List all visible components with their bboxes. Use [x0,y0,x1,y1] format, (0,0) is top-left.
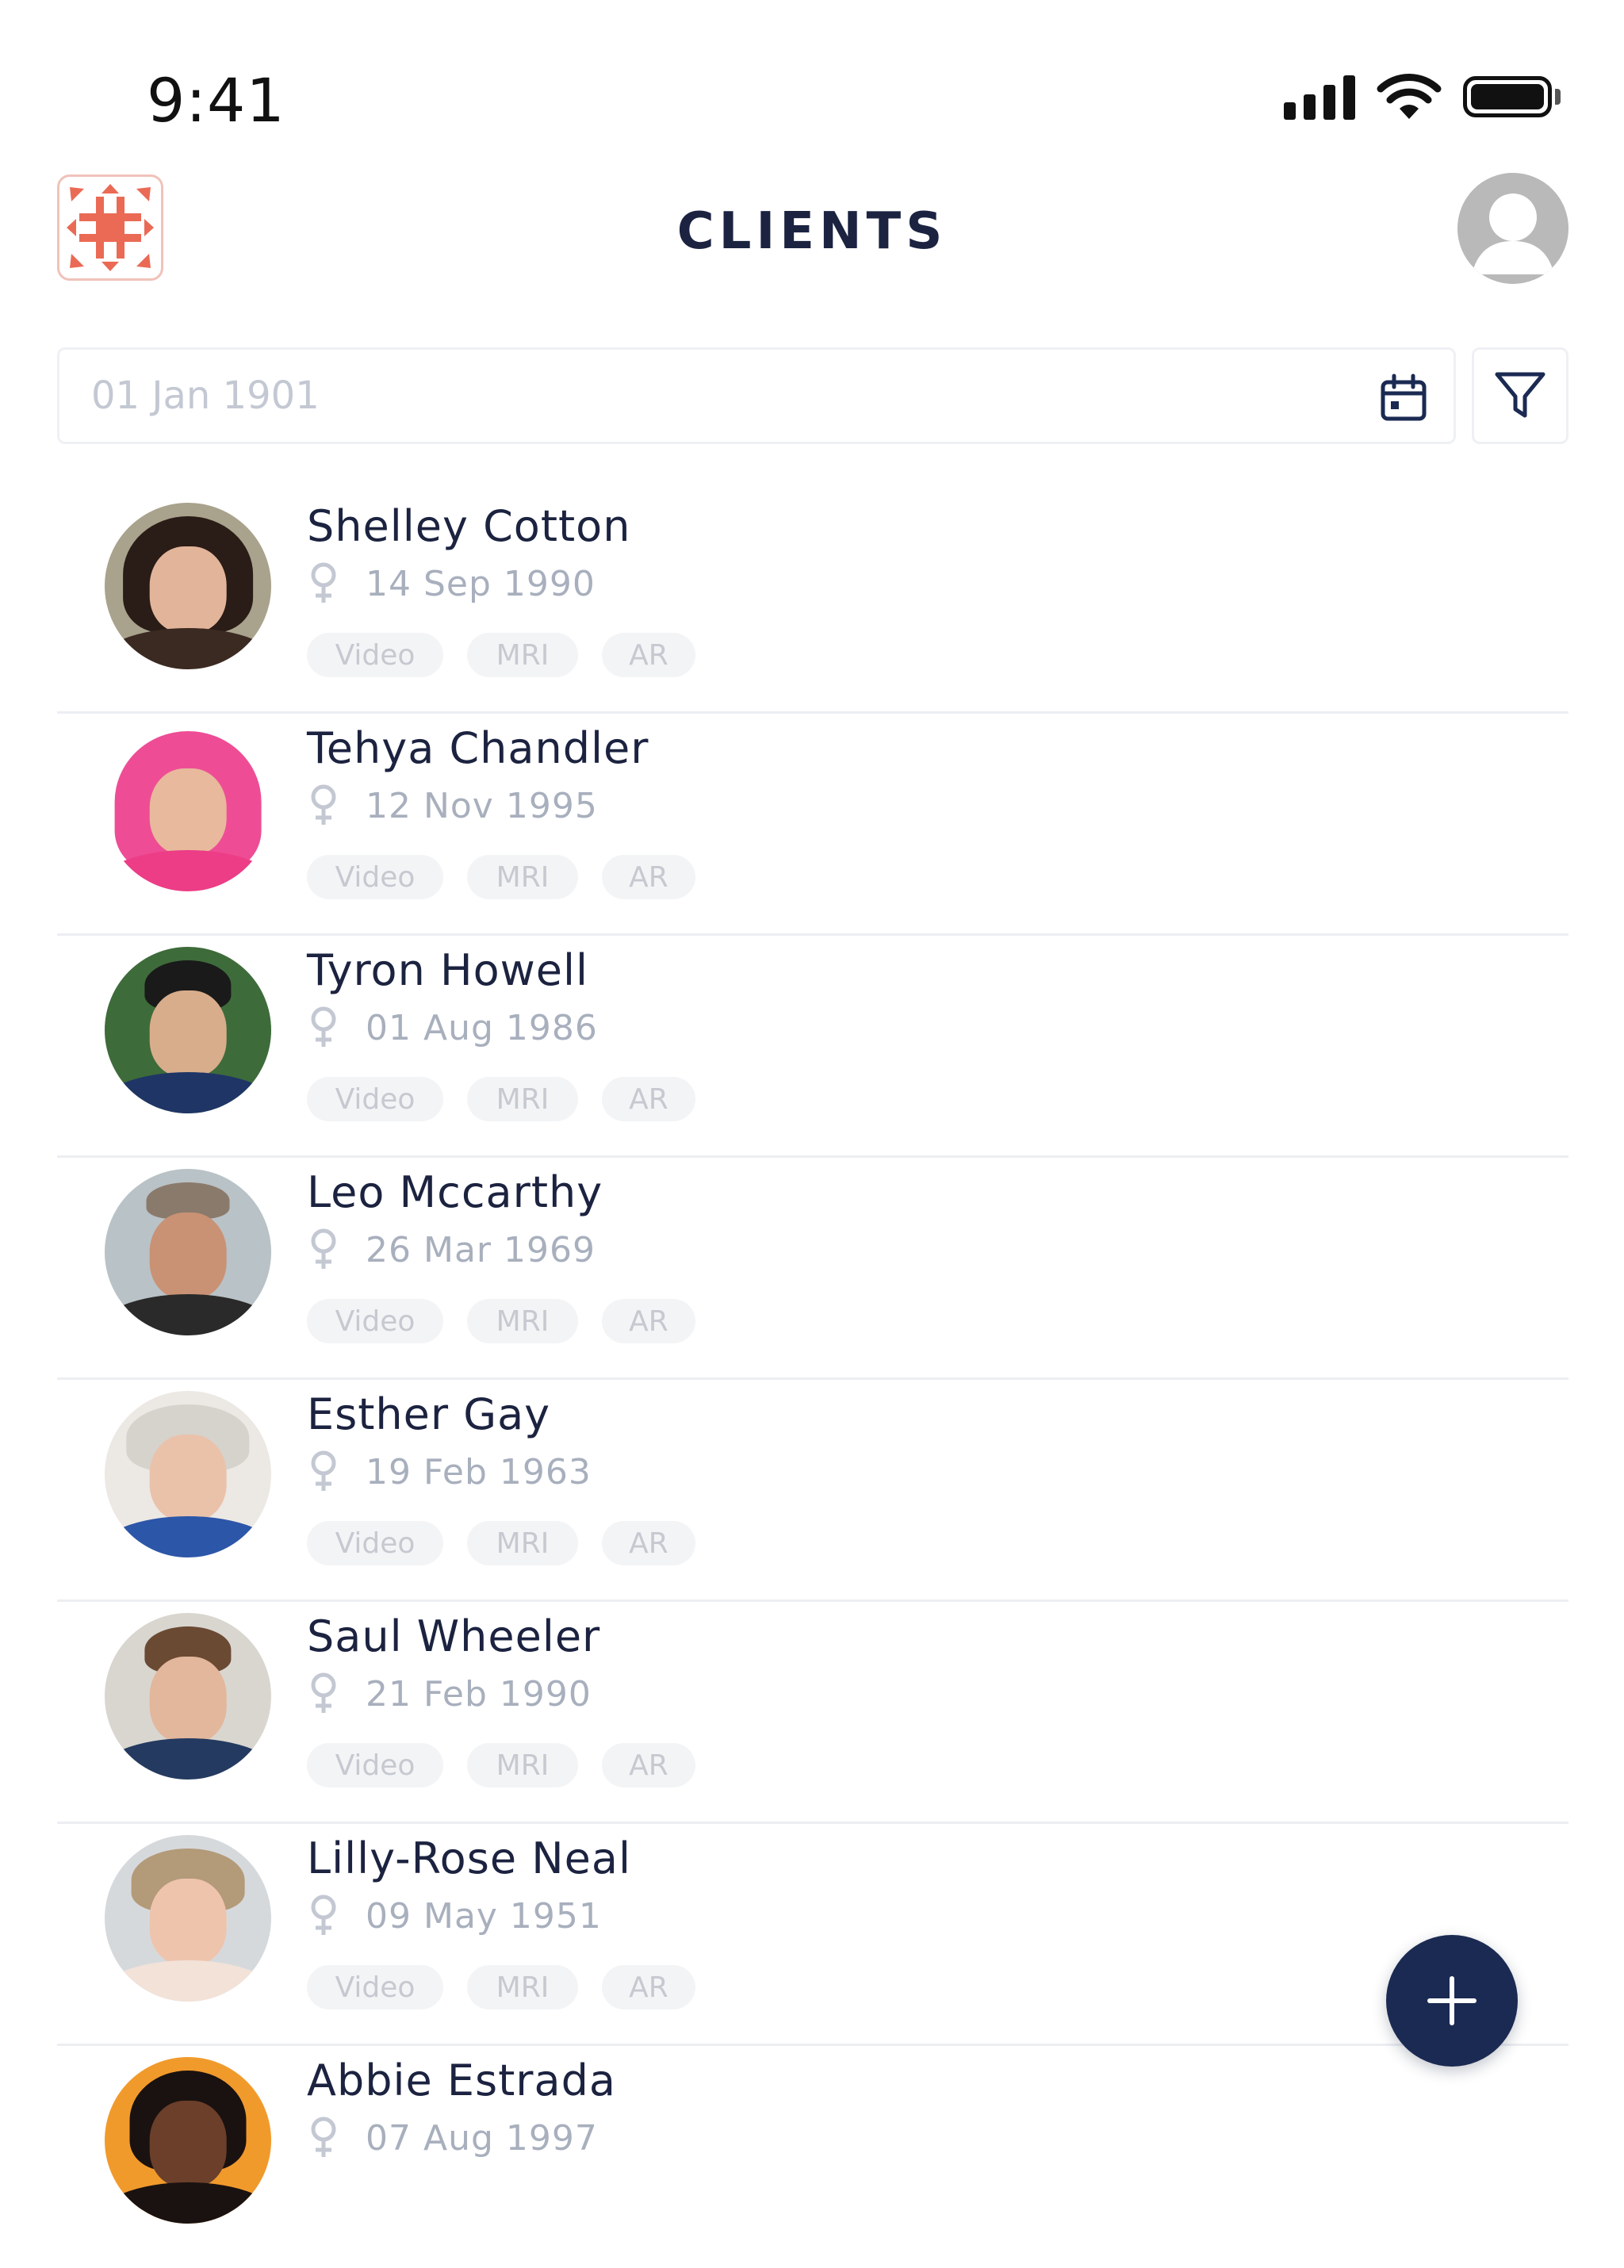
calendar-button[interactable] [1376,370,1431,426]
client-name: Tehya Chandler [307,723,649,773]
female-icon [311,1006,336,1047]
client-name: Shelley Cotton [307,501,631,551]
client-dob: 14 Sep 1990 [366,563,596,604]
female-icon [311,2117,336,2157]
client-avatar [105,1613,271,1780]
page-title: CLIENTS [676,202,948,261]
client-tags: Video MRI AR [307,1299,695,1343]
client-dob: 12 Nov 1995 [366,785,598,826]
female-icon [311,562,336,603]
client-tags: Video MRI AR [307,1743,695,1787]
plus-icon [1427,1976,1477,2025]
tag-mri[interactable]: MRI [467,1299,578,1343]
client-name: Saul Wheeler [307,1611,601,1661]
wifi-icon [1377,74,1442,119]
client-dob: 19 Feb 1963 [366,1451,592,1492]
client-dob-row: 21 Feb 1990 [307,1672,592,1716]
female-icon [311,1894,336,1935]
tag-video[interactable]: Video [307,633,443,677]
status-icons [1284,73,1561,121]
client-row[interactable]: Tyron Howell 01 Aug 1986 Video MRI AR [57,936,1568,1158]
client-dob: 21 Feb 1990 [366,1673,592,1714]
client-dob-row: 26 Mar 1969 [307,1228,596,1272]
client-name: Tyron Howell [307,945,589,995]
client-tags: Video MRI AR [307,633,695,677]
tag-ar[interactable]: AR [602,633,695,677]
client-tags: Video MRI AR [307,1521,695,1565]
add-client-button[interactable] [1386,1935,1518,2067]
client-dob: 09 May 1951 [366,1895,602,1937]
client-name: Leo Mccarthy [307,1167,603,1217]
tag-video[interactable]: Video [307,1965,443,2009]
client-name: Esther Gay [307,1389,551,1439]
tag-ar[interactable]: AR [602,855,695,899]
client-avatar [105,1391,271,1557]
tag-mri[interactable]: MRI [467,1521,578,1565]
female-icon [311,1450,336,1491]
tag-video[interactable]: Video [307,855,443,899]
tag-video[interactable]: Video [307,1743,443,1787]
battery-icon [1463,76,1561,117]
client-list: Shelley Cotton 14 Sep 1990 Video MRI AR … [57,492,1568,2268]
tag-ar[interactable]: AR [602,1077,695,1121]
tag-ar[interactable]: AR [602,1521,695,1565]
tag-ar[interactable]: AR [602,1743,695,1787]
female-icon [311,784,336,825]
client-avatar [105,1835,271,2002]
date-search-field[interactable] [57,347,1456,444]
client-dob-row: 12 Nov 1995 [307,783,598,828]
client-row[interactable]: Tehya Chandler 12 Nov 1995 Video MRI AR [57,714,1568,936]
client-row[interactable]: Saul Wheeler 21 Feb 1990 Video MRI AR [57,1602,1568,1824]
client-row[interactable]: Leo Mccarthy 26 Mar 1969 Video MRI AR [57,1158,1568,1380]
client-dob-row: 09 May 1951 [307,1894,602,1938]
client-dob: 01 Aug 1986 [366,1007,598,1048]
client-dob: 26 Mar 1969 [366,1229,596,1270]
client-dob-row: 07 Aug 1997 [307,2116,598,2160]
tag-mri[interactable]: MRI [467,1965,578,2009]
client-avatar [105,2057,271,2224]
client-avatar [105,725,271,891]
client-row[interactable]: Abbie Estrada 07 Aug 1997 [57,2046,1568,2268]
tag-mri[interactable]: MRI [467,1743,578,1787]
tag-video[interactable]: Video [307,1521,443,1565]
client-row[interactable]: Lilly-Rose Neal 09 May 1951 Video MRI AR [57,1824,1568,2046]
client-avatar [105,947,271,1113]
tag-video[interactable]: Video [307,1077,443,1121]
tag-mri[interactable]: MRI [467,855,578,899]
client-row[interactable]: Esther Gay 19 Feb 1963 Video MRI AR [57,1380,1568,1602]
tag-mri[interactable]: MRI [467,1077,578,1121]
profile-avatar-icon[interactable] [1457,173,1568,284]
date-input[interactable] [59,373,1282,419]
tag-ar[interactable]: AR [602,1965,695,2009]
client-tags: Video MRI AR [307,855,695,899]
client-dob-row: 14 Sep 1990 [307,561,596,606]
client-name: Lilly-Rose Neal [307,1833,631,1883]
tag-video[interactable]: Video [307,1299,443,1343]
filter-icon [1495,372,1545,418]
status-time: 9:41 [147,65,285,136]
client-row[interactable]: Shelley Cotton 14 Sep 1990 Video MRI AR [57,492,1568,714]
client-dob-row: 01 Aug 1986 [307,1006,598,1050]
female-icon [311,1672,336,1713]
client-dob: 07 Aug 1997 [366,2117,598,2159]
client-tags: Video MRI AR [307,1077,695,1121]
client-avatar [105,503,271,669]
tag-mri[interactable]: MRI [467,633,578,677]
cellular-signal-icon [1284,74,1355,120]
client-avatar [105,1169,271,1335]
female-icon [311,1228,336,1269]
tag-ar[interactable]: AR [602,1299,695,1343]
client-name: Abbie Estrada [307,2055,616,2105]
client-tags: Video MRI AR [307,1965,695,2009]
filter-button[interactable] [1472,347,1568,444]
calendar-icon [1381,374,1427,421]
client-dob-row: 19 Feb 1963 [307,1450,592,1494]
